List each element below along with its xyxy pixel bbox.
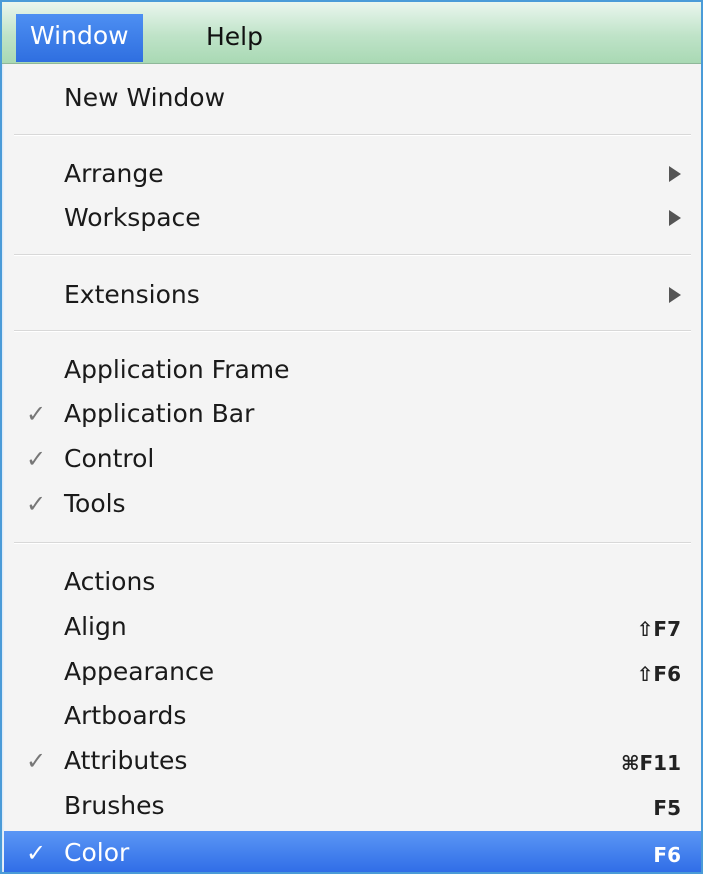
shortcut-label: F5: [653, 796, 681, 820]
shortcut-label: ⇧F6: [636, 662, 681, 686]
submenu-arrow-icon: [669, 210, 681, 226]
shortcut-label: ⇧F7: [636, 617, 681, 641]
menu-separator: [14, 254, 691, 256]
menu-item-tools[interactable]: ✓ Tools: [4, 482, 701, 526]
menu-item-label: Actions: [64, 567, 156, 596]
menu-item-label: Extensions: [64, 280, 200, 309]
menu-item-application-frame[interactable]: Application Frame: [4, 348, 701, 392]
menu-bar: Window Help: [2, 2, 701, 64]
shortcut-label: F6: [653, 843, 681, 867]
shortcut-label: ⌘F11: [620, 751, 681, 775]
menu-item-brushes[interactable]: Brushes F5: [4, 784, 701, 828]
menu-item-label: Attributes: [64, 746, 188, 775]
menu-item-application-bar[interactable]: ✓ Application Bar: [4, 392, 701, 436]
menu-item-align[interactable]: Align ⇧F7: [4, 605, 701, 649]
menu-item-control[interactable]: ✓ Control: [4, 437, 701, 481]
menubar-window[interactable]: Window: [16, 14, 143, 62]
submenu-arrow-icon: [669, 166, 681, 182]
menubar-help[interactable]: Help: [190, 12, 279, 62]
checkmark-icon: ✓: [26, 747, 47, 775]
window-menu-dropdown: New Window Arrange Workspace Extensions …: [4, 64, 701, 872]
menu-item-actions[interactable]: Actions: [4, 560, 701, 604]
menu-item-artboards[interactable]: Artboards: [4, 694, 701, 738]
menu-item-label: Appearance: [64, 657, 215, 686]
checkmark-icon: ✓: [26, 839, 47, 867]
menu-item-label: Tools: [64, 489, 126, 518]
screenshot-frame: Window Help New Window Arrange Workspace…: [0, 0, 703, 874]
menu-item-attributes[interactable]: ✓ Attributes ⌘F11: [4, 739, 701, 783]
menu-separator: [14, 134, 691, 136]
menu-item-label: New Window: [64, 83, 226, 112]
checkmark-icon: ✓: [26, 445, 47, 473]
menu-item-workspace[interactable]: Workspace: [4, 196, 701, 240]
menu-item-label: Artboards: [64, 701, 187, 730]
menu-item-label: Arrange: [64, 159, 164, 188]
menu-item-label: Application Bar: [64, 399, 255, 428]
menu-item-color[interactable]: ✓ Color F6: [4, 831, 701, 872]
menu-item-appearance[interactable]: Appearance ⇧F6: [4, 650, 701, 694]
menu-item-label: Brushes: [64, 791, 165, 820]
menu-item-label: Color: [64, 838, 130, 867]
submenu-arrow-icon: [669, 287, 681, 303]
menu-item-label: Application Frame: [64, 355, 290, 384]
menu-separator: [14, 330, 691, 332]
menu-item-arrange[interactable]: Arrange: [4, 152, 701, 196]
menu-item-label: Control: [64, 444, 155, 473]
checkmark-icon: ✓: [26, 400, 47, 428]
menu-item-label: Align: [64, 612, 127, 641]
menu-item-new-window[interactable]: New Window: [4, 76, 701, 120]
menu-item-label: Workspace: [64, 203, 201, 232]
menu-item-extensions[interactable]: Extensions: [4, 273, 701, 317]
checkmark-icon: ✓: [26, 490, 47, 518]
menu-separator: [14, 542, 691, 544]
